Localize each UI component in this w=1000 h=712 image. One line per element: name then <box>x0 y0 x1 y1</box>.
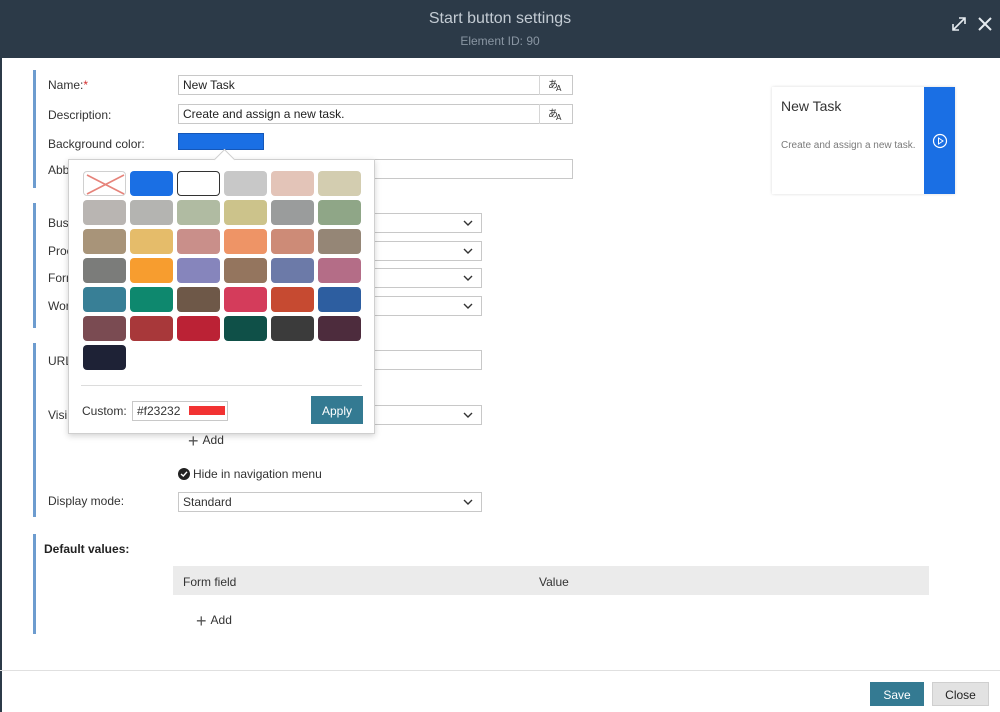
section-bar-defaults <box>33 534 36 634</box>
custom-color-chip <box>189 406 225 415</box>
popup-arrow <box>213 148 236 171</box>
chevron-down-icon <box>463 220 473 226</box>
plus-icon: + <box>196 611 207 631</box>
color-swatch[interactable] <box>224 229 267 254</box>
svg-text:A: A <box>556 84 562 92</box>
color-swatch[interactable] <box>224 200 267 225</box>
color-swatch[interactable] <box>318 316 361 341</box>
color-swatch[interactable] <box>271 316 314 341</box>
column-value: Value <box>539 575 569 589</box>
color-swatch[interactable] <box>318 229 361 254</box>
color-swatch[interactable] <box>224 258 267 283</box>
color-swatch[interactable] <box>271 258 314 283</box>
name-input[interactable]: New Task あA <box>178 75 573 95</box>
add-default-value-link[interactable]: + Add <box>196 611 232 632</box>
section-bar-general <box>33 70 36 188</box>
color-swatch[interactable] <box>224 287 267 312</box>
color-swatch[interactable] <box>224 316 267 341</box>
svg-text:A: A <box>556 113 562 121</box>
custom-label: Custom: <box>82 404 127 418</box>
dialog-header: Start button settings Element ID: 90 <box>0 0 1000 58</box>
color-swatch[interactable] <box>224 171 267 196</box>
preview-accent-bar <box>924 87 955 194</box>
chevron-down-icon <box>463 275 473 281</box>
no-color-swatch[interactable] <box>83 171 126 196</box>
button-preview: New Task Create and assign a new task. <box>772 87 955 194</box>
color-swatch[interactable] <box>83 345 126 370</box>
plus-icon: + <box>188 431 199 451</box>
abbreviation-label: Abb <box>48 163 70 177</box>
color-swatch[interactable] <box>130 316 173 341</box>
color-swatch[interactable] <box>318 171 361 196</box>
chevron-down-icon <box>463 499 473 505</box>
color-swatch[interactable] <box>318 287 361 312</box>
close-icon[interactable] <box>974 15 996 37</box>
add-visibility-link[interactable]: + Add <box>188 431 224 452</box>
color-swatch[interactable] <box>83 287 126 312</box>
preview-title: New Task <box>781 98 842 114</box>
color-swatch[interactable] <box>271 200 314 225</box>
hide-nav-checkbox[interactable]: Hide in navigation menu <box>178 467 322 481</box>
defaults-table-header: Form field Value <box>173 566 929 595</box>
save-button[interactable]: Save <box>870 682 924 706</box>
description-input[interactable]: Create and assign a new task. あA <box>178 104 573 124</box>
display-mode-label: Display mode: <box>48 494 125 508</box>
color-swatch[interactable] <box>177 171 220 196</box>
color-swatch[interactable] <box>130 171 173 196</box>
color-swatch[interactable] <box>83 229 126 254</box>
color-swatch[interactable] <box>177 229 220 254</box>
chevron-down-icon <box>463 412 473 418</box>
color-swatch[interactable] <box>177 287 220 312</box>
business-process-label: Bus <box>48 216 69 230</box>
footer-divider <box>0 670 1000 671</box>
color-swatch[interactable] <box>177 258 220 283</box>
color-swatch[interactable] <box>83 200 126 225</box>
color-swatch[interactable] <box>130 229 173 254</box>
color-picker-popup: Custom: #f23232 Apply <box>68 148 375 434</box>
workspace-label: Wor <box>48 299 70 313</box>
chevron-down-icon <box>463 248 473 254</box>
section-bar-access <box>33 343 36 517</box>
color-swatch[interactable] <box>130 258 173 283</box>
dialog-title: Start button settings <box>428 10 572 27</box>
preview-description: Create and assign a new task. <box>781 140 916 151</box>
color-swatch[interactable] <box>130 200 173 225</box>
expand-icon[interactable] <box>948 15 970 37</box>
chevron-down-icon <box>463 303 473 309</box>
check-circle-icon <box>178 468 190 480</box>
color-swatch[interactable] <box>271 171 314 196</box>
translate-icon[interactable]: あA <box>539 75 572 95</box>
default-values-title: Default values: <box>44 542 130 556</box>
color-swatch[interactable] <box>177 316 220 341</box>
apply-button[interactable]: Apply <box>311 396 363 424</box>
color-swatch[interactable] <box>318 200 361 225</box>
column-form-field: Form field <box>183 575 237 589</box>
translate-icon[interactable]: あA <box>539 104 572 124</box>
picker-divider <box>81 385 362 386</box>
color-swatch[interactable] <box>271 287 314 312</box>
color-swatch[interactable] <box>83 258 126 283</box>
play-circle-icon <box>932 133 947 148</box>
display-mode-select[interactable]: Standard <box>178 492 482 512</box>
section-bar-binding <box>33 203 36 328</box>
color-swatch[interactable] <box>130 287 173 312</box>
left-edge <box>0 58 2 712</box>
visibility-label: Visi <box>48 408 68 422</box>
color-swatch[interactable] <box>83 316 126 341</box>
color-swatch[interactable] <box>271 229 314 254</box>
close-button[interactable]: Close <box>932 682 989 706</box>
name-label: Name:* <box>48 78 89 92</box>
color-swatch[interactable] <box>318 258 361 283</box>
element-id: Element ID: 90 <box>460 34 540 48</box>
bgcolor-label: Background color: <box>48 137 145 151</box>
description-label: Description: <box>48 108 112 122</box>
color-swatch[interactable] <box>177 200 220 225</box>
bgcolor-swatch[interactable] <box>178 133 264 150</box>
